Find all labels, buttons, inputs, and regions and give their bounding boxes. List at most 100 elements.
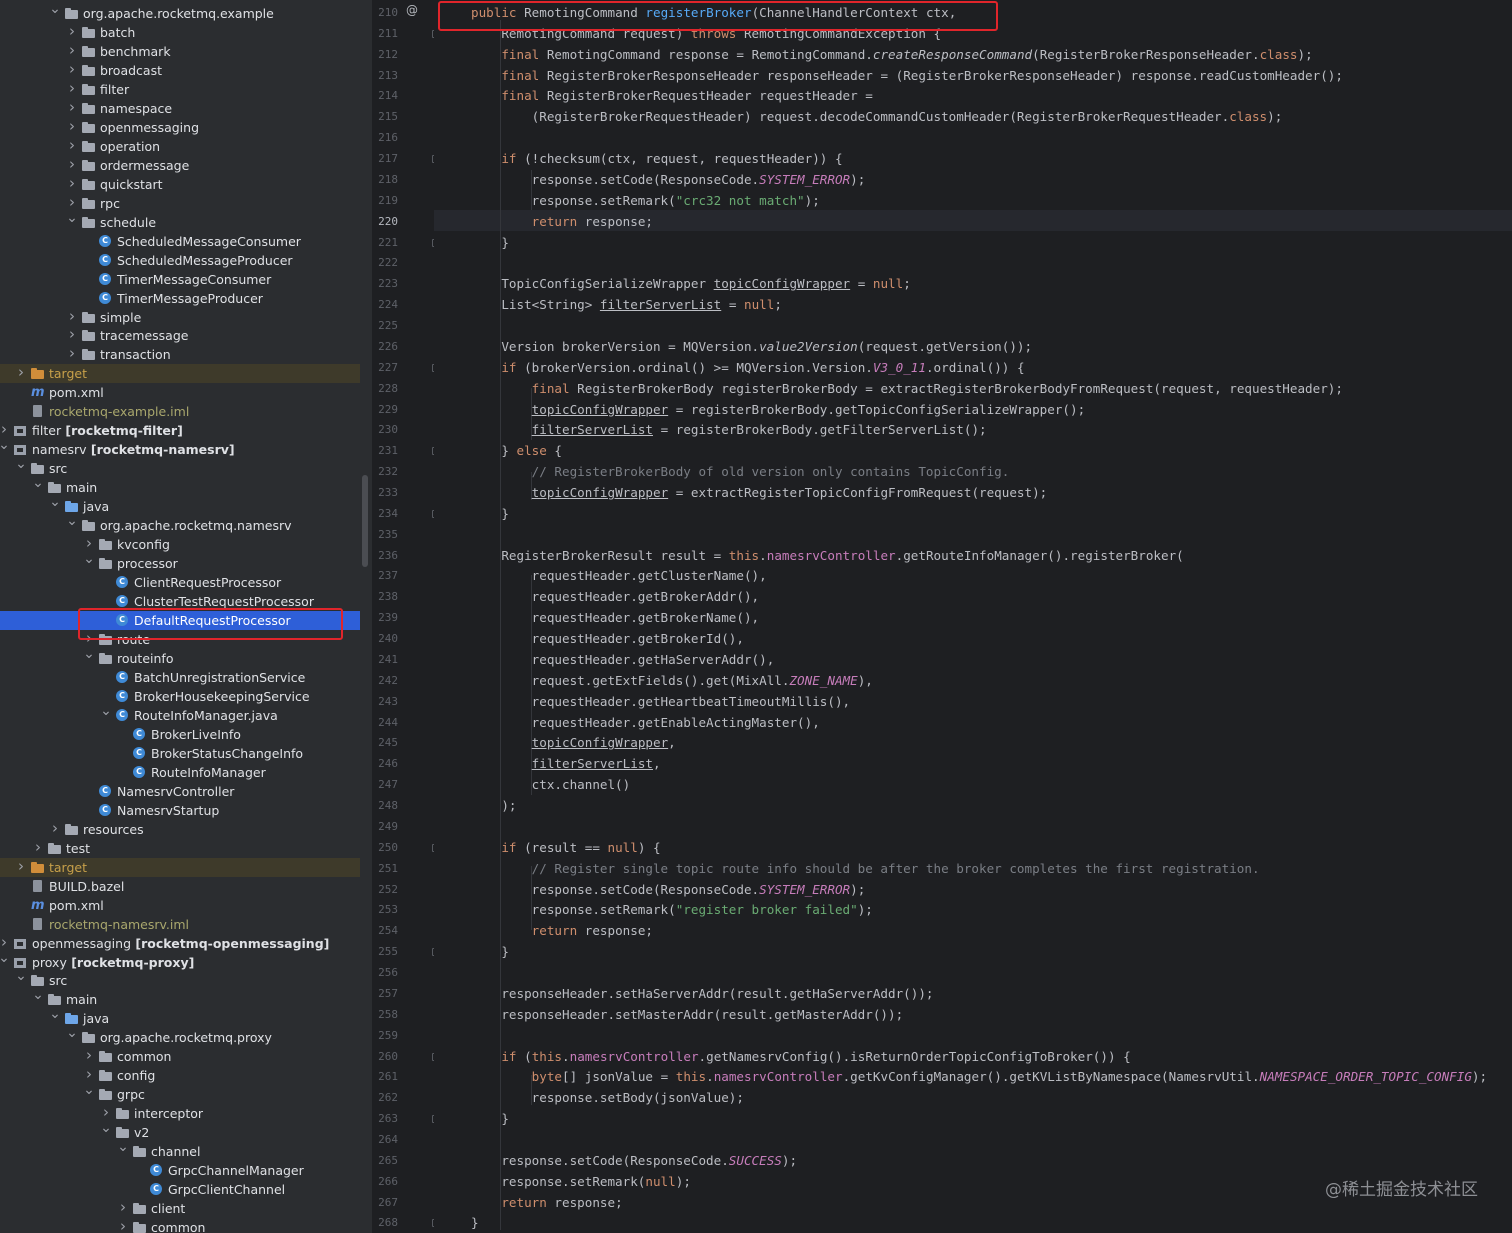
line-number[interactable]: 211 xyxy=(372,23,398,44)
code-line[interactable]: final RegisterBrokerRequestHeader reques… xyxy=(471,85,873,106)
line-number[interactable]: 268 xyxy=(372,1212,398,1233)
tree-item[interactable]: ⌄ proxy [rocketmq-proxy] xyxy=(0,950,360,972)
code-line[interactable]: return response; xyxy=(471,920,653,941)
code-line[interactable]: TopicConfigSerializeWrapper topicConfigW… xyxy=(471,273,910,294)
line-number[interactable]: 259 xyxy=(372,1025,398,1046)
tree-item[interactable]: › namespace xyxy=(0,98,360,118)
chevron-right-icon[interactable]: › xyxy=(66,174,78,193)
line-number[interactable]: 265 xyxy=(372,1150,398,1171)
line-number[interactable]: 248 xyxy=(372,795,398,816)
chevron-down-icon[interactable]: ⌄ xyxy=(66,512,78,531)
tree-item[interactable]: › interceptor xyxy=(0,1103,360,1123)
code-line[interactable]: requestHeader.getHeartbeatTimeoutMillis(… xyxy=(471,691,850,712)
chevron-down-icon[interactable]: ⌄ xyxy=(117,1138,129,1157)
tree-item[interactable]: › batch xyxy=(0,22,360,42)
code-line[interactable]: response.setRemark(null); xyxy=(471,1171,691,1192)
chevron-right-icon[interactable]: › xyxy=(117,1217,129,1233)
code-line[interactable]: ); xyxy=(471,795,516,816)
chevron-down-icon[interactable]: ⌄ xyxy=(49,493,61,512)
code-line[interactable]: Version brokerVersion = MQVersion.value2… xyxy=(471,336,1032,357)
tree-item[interactable]: ⌄ routeinfo xyxy=(0,646,360,668)
code-line[interactable]: topicConfigWrapper = extractRegisterTopi… xyxy=(471,482,1048,503)
line-number[interactable]: 261 xyxy=(372,1066,398,1087)
line-number[interactable]: 212 xyxy=(372,44,398,65)
tree-item[interactable]: C ClientRequestProcessor xyxy=(0,573,360,592)
line-number[interactable]: 255 xyxy=(372,941,398,962)
line-number[interactable]: 224 xyxy=(372,294,398,315)
code-line[interactable]: request.getExtFields().get(MixAll.ZONE_N… xyxy=(471,670,873,691)
tree-item[interactable]: › filter [rocketmq-filter] xyxy=(0,420,360,440)
line-number[interactable]: 267 xyxy=(372,1192,398,1213)
tree-scrollbar[interactable] xyxy=(362,475,368,567)
line-number[interactable]: 236 xyxy=(372,545,398,566)
tree-item[interactable]: rocketmq-namesrv.iml xyxy=(0,915,360,934)
code-line[interactable]: responseHeader.setMasterAddr(result.getM… xyxy=(471,1004,903,1025)
line-number[interactable]: 222 xyxy=(372,252,398,273)
code-line[interactable]: } else { xyxy=(471,440,562,461)
code-line[interactable]: requestHeader.getClusterName(), xyxy=(471,565,767,586)
tree-item[interactable]: C ScheduledMessageProducer xyxy=(0,251,360,270)
code-line[interactable]: List<String> filterServerList = null; xyxy=(471,294,782,315)
line-number[interactable]: 242 xyxy=(372,670,398,691)
line-number[interactable]: 218 xyxy=(372,169,398,190)
code-line[interactable]: } xyxy=(471,232,509,253)
line-number[interactable]: 232 xyxy=(372,461,398,482)
chevron-down-icon[interactable]: ⌄ xyxy=(66,1024,78,1043)
code-line[interactable]: if (brokerVersion.ordinal() >= MQVersion… xyxy=(471,357,1024,378)
tree-item[interactable]: › resources xyxy=(0,819,360,839)
code-line[interactable]: if (!checksum(ctx, request, requestHeade… xyxy=(471,148,842,169)
code-line[interactable]: requestHeader.getBrokerName(), xyxy=(471,607,759,628)
code-line[interactable]: requestHeader.getBrokerId(), xyxy=(471,628,744,649)
line-number[interactable]: 230 xyxy=(372,419,398,440)
tree-item[interactable]: › common xyxy=(0,1046,360,1066)
line-number[interactable]: 231 xyxy=(372,440,398,461)
line-number[interactable]: 235 xyxy=(372,524,398,545)
code-line[interactable]: final RegisterBrokerResponseHeader respo… xyxy=(471,65,1343,86)
code-line[interactable]: response.setRemark("crc32 not match"); xyxy=(471,190,820,211)
code-line[interactable]: (RegisterBrokerRequestHeader) request.de… xyxy=(471,106,1283,127)
line-number[interactable]: 233 xyxy=(372,482,398,503)
line-number[interactable]: 220 xyxy=(372,211,398,232)
line-number[interactable]: 251 xyxy=(372,858,398,879)
chevron-right-icon[interactable]: › xyxy=(32,838,44,857)
chevron-down-icon[interactable]: ⌄ xyxy=(100,1119,112,1138)
code-line[interactable]: topicConfigWrapper = registerBrokerBody.… xyxy=(471,399,1086,420)
tree-item[interactable]: › config xyxy=(0,1065,360,1085)
code-editor[interactable]: public RemotingCommand registerBroker(Ch… xyxy=(434,0,1512,1233)
code-line[interactable]: final RegisterBrokerBody registerBrokerB… xyxy=(471,378,1343,399)
code-line[interactable]: } xyxy=(471,941,509,962)
code-line[interactable]: return response; xyxy=(471,1192,622,1213)
tree-item[interactable]: › common xyxy=(0,1217,360,1233)
chevron-down-icon[interactable]: ⌄ xyxy=(32,986,44,1005)
chevron-right-icon[interactable]: › xyxy=(66,136,78,155)
tree-item[interactable]: › openmessaging xyxy=(0,117,360,137)
line-number[interactable]: 226 xyxy=(372,336,398,357)
chevron-right-icon[interactable]: › xyxy=(66,60,78,79)
code-line[interactable]: byte[] jsonValue = this.namesrvControlle… xyxy=(471,1066,1487,1087)
code-line[interactable]: ctx.channel() xyxy=(471,774,631,795)
chevron-right-icon[interactable]: › xyxy=(66,117,78,136)
line-number[interactable]: 225 xyxy=(372,315,398,336)
tree-item[interactable]: C GrpcClientChannel xyxy=(0,1180,360,1199)
tree-item[interactable]: C TimerMessageConsumer xyxy=(0,270,360,289)
tree-item[interactable]: rocketmq-example.iml xyxy=(0,402,360,421)
line-number[interactable]: 256 xyxy=(372,962,398,983)
line-number[interactable]: 210 xyxy=(372,2,398,23)
line-number[interactable]: 264 xyxy=(372,1129,398,1150)
line-number[interactable]: 252 xyxy=(372,879,398,900)
chevron-right-icon[interactable]: › xyxy=(66,22,78,41)
chevron-down-icon[interactable]: ⌄ xyxy=(83,645,95,664)
line-number[interactable]: 221 xyxy=(372,232,398,253)
line-number[interactable]: 241 xyxy=(372,649,398,670)
line-number[interactable]: 266 xyxy=(372,1171,398,1192)
tree-item[interactable]: › transaction xyxy=(0,344,360,364)
line-number[interactable]: 243 xyxy=(372,691,398,712)
line-number[interactable]: 253 xyxy=(372,899,398,920)
line-number[interactable]: 246 xyxy=(372,753,398,774)
line-number[interactable]: 214 xyxy=(372,85,398,106)
tree-item[interactable]: C BrokerLiveInfo xyxy=(0,725,360,744)
line-number[interactable]: 227 xyxy=(372,357,398,378)
tree-item[interactable]: › kvconfig xyxy=(0,534,360,554)
line-number[interactable]: 250 xyxy=(372,837,398,858)
code-line[interactable]: final RemotingCommand response = Remotin… xyxy=(471,44,1312,65)
